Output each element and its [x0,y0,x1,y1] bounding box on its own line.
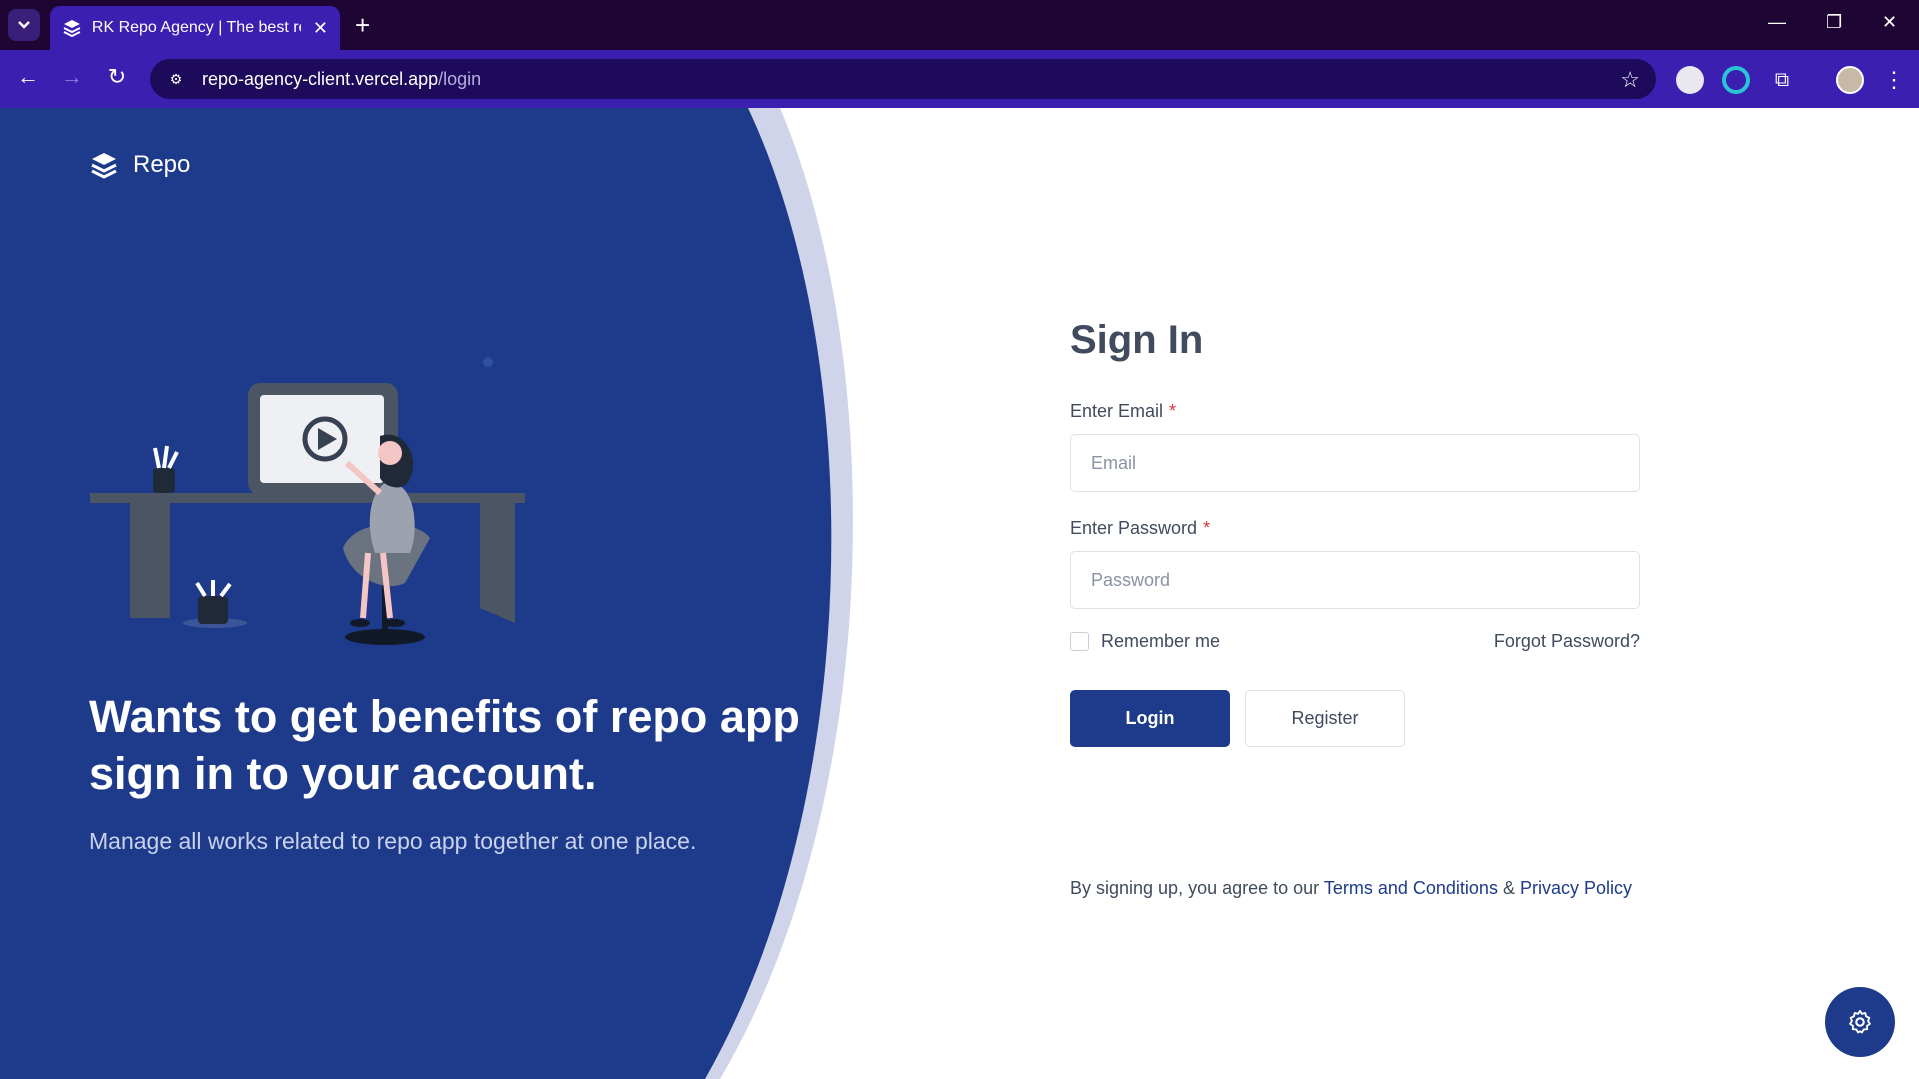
form-title: Sign In [1070,318,1204,362]
remember-label: Remember me [1101,631,1221,651]
back-icon[interactable]: ← [13,64,43,90]
browser-window: RK Repo Agency | The best recc ✕ + — ❐ ✕… [0,0,1919,1079]
layers-icon [63,20,81,38]
forward-icon[interactable]: → [57,64,87,90]
gear-icon [1849,1009,1871,1034]
brand-logo[interactable]: Repo [89,150,190,180]
url-path: /login [438,68,482,89]
privacy-link[interactable]: Privacy Policy [1520,878,1632,898]
address-bar[interactable]: ⚙ repo-agency-client.vercel.app/login ☆ [150,59,1656,99]
hero-subline: Manage all works related to repo app tog… [89,828,697,854]
close-window-icon[interactable]: ✕ [1882,12,1897,33]
avatar[interactable] [1836,66,1864,94]
required-mark: * [1203,518,1211,538]
desk-illustration [90,357,525,645]
url-host: repo-agency-client.vercel.app [202,68,439,89]
sign-in-form: Sign In Enter Email* Enter Password* Rem… [1070,318,1640,747]
tab-title: RK Repo Agency | The best recc [91,19,301,36]
browser-toolbar: ← → ↻ ⚙ repo-agency-client.vercel.app/lo… [0,50,1919,108]
reload-icon[interactable]: ↻ [102,64,132,90]
login-page: Repo Wants to get benefits of repo app s… [0,108,1919,1079]
password-label-text: Enter Password [1070,518,1198,538]
layers-icon [91,153,117,179]
bookmark-star-icon[interactable]: ☆ [1620,67,1640,93]
form-options-row: Remember me Forgot Password? [1070,631,1640,652]
puzzle-icon[interactable]: ⧉ [1768,66,1796,94]
password-label: Enter Password * [1070,518,1640,539]
legal-prefix: By signing up, you agree to our [1070,878,1320,898]
register-button[interactable]: Register [1245,690,1405,747]
remember-me[interactable]: Remember me [1070,631,1220,652]
extension-icon[interactable] [1722,66,1750,94]
email-label: Enter Email * [1070,401,1640,422]
legal-notice: By signing up, you agree to our Terms an… [1070,878,1632,899]
menu-icon[interactable]: ⋮ [1880,66,1908,94]
new-tab-button[interactable]: + [355,10,370,40]
remember-checkbox[interactable] [1070,632,1089,651]
site-info-icon[interactable]: ⚙ [164,67,188,91]
tab-strip: RK Repo Agency | The best recc ✕ + — ❐ ✕ [0,0,1919,50]
required-mark: * [1169,401,1177,421]
hero-headline: Wants to get benefits of repo app sign i… [89,691,800,799]
close-tab-icon[interactable]: ✕ [313,18,328,39]
email-label-text: Enter Email [1070,401,1164,421]
brand-name: Repo [133,151,191,178]
forgot-password-link[interactable]: Forgot Password? [1494,631,1640,652]
active-tab[interactable]: RK Repo Agency | The best recc ✕ [50,6,340,50]
terms-link[interactable]: Terms and Conditions [1324,878,1498,898]
extension-icon[interactable] [1676,66,1704,94]
settings-button[interactable] [1825,987,1895,1057]
form-actions: Login Register [1070,690,1640,747]
login-button[interactable]: Login [1070,690,1230,747]
restore-icon[interactable]: ❐ [1826,12,1842,33]
minimize-icon[interactable]: — [1768,12,1786,33]
email-field[interactable] [1070,434,1640,492]
password-field[interactable] [1070,551,1640,609]
tab-search-button[interactable] [8,9,40,41]
chevron-down-icon [18,21,30,29]
legal-amp: & [1502,878,1515,898]
